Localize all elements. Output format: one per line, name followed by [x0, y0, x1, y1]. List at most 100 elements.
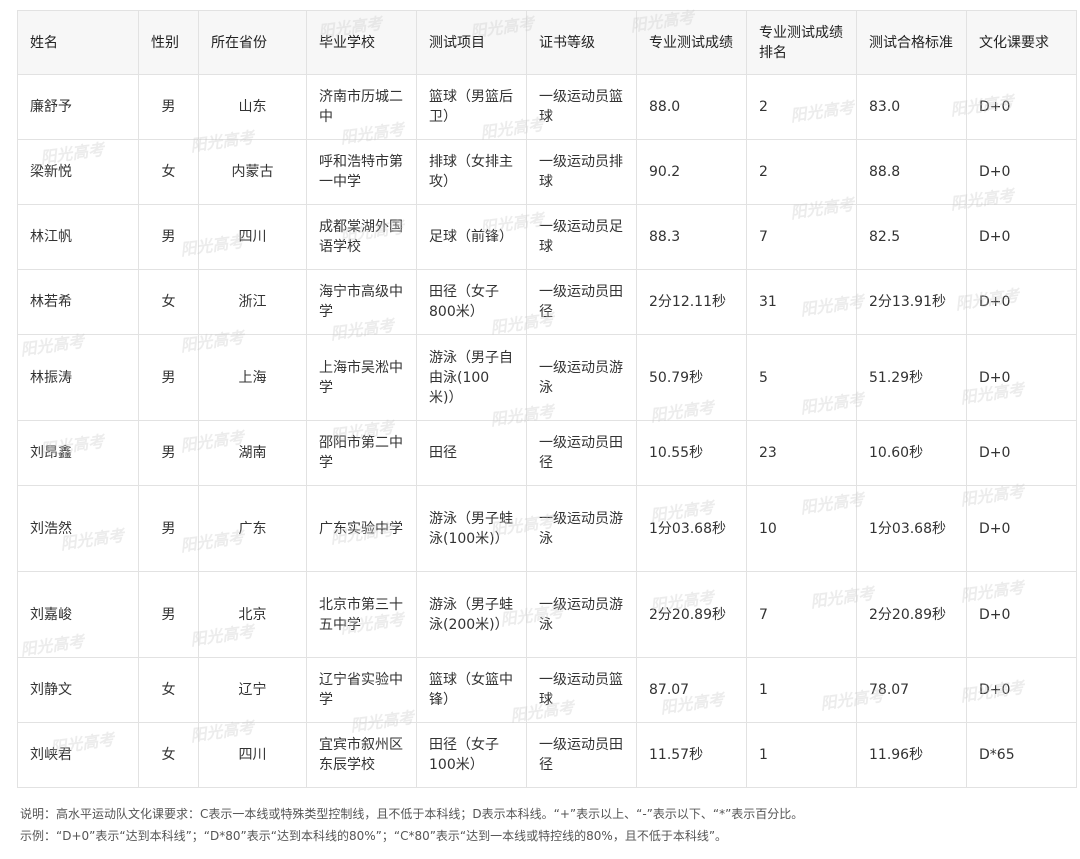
cell-culture-requirement: D+0 [966, 485, 1077, 572]
cell-school: 广东实验中学 [306, 485, 417, 572]
cell-school: 邵阳市第二中学 [306, 420, 417, 486]
cell-gender: 男 [138, 571, 199, 658]
cell-name: 林江帆 [17, 204, 139, 270]
cell-rank: 7 [746, 571, 857, 658]
cell-province: 湖南 [198, 420, 307, 486]
cell-score: 1分03.68秒 [636, 485, 747, 572]
cell-culture-requirement: D+0 [966, 74, 1077, 140]
cell-rank: 23 [746, 420, 857, 486]
cell-rank: 2 [746, 139, 857, 205]
cell-certificate: 一级运动员田径 [526, 420, 637, 486]
table-row: 廉舒予男山东 济南市历城二中 篮球（男篮后卫） 一级运动员篮球 88.0 2 83.0 D+0 [17, 74, 1077, 140]
cell-standard: 1分03.68秒 [856, 485, 967, 572]
score-table: 姓名 性别 所在省份 毕业学校 测试项目 证书等级 专业测试成绩 专业测试成绩排… [17, 10, 1077, 788]
cell-test-item: 排球（女排主攻） [416, 139, 527, 205]
cell-name: 刘嘉峻 [17, 571, 139, 658]
table-row: 林江帆男四川 成都棠湖外国语学校 足球（前锋） 一级运动员足球 88.3 7 82.5 D+0 [17, 204, 1077, 270]
cell-certificate: 一级运动员田径 [526, 269, 637, 335]
cell-test-item: 游泳（男子蛙泳(200米)） [416, 571, 527, 658]
cell-gender: 女 [138, 139, 199, 205]
cell-test-item: 游泳（男子蛙泳(100米)） [416, 485, 527, 572]
cell-rank: 2 [746, 74, 857, 140]
header-name: 姓名 [17, 10, 139, 75]
table-row: 刘静文女辽宁 辽宁省实验中学 篮球（女篮中锋） 一级运动员篮球 87.07 1 78.07 D… [17, 657, 1077, 723]
cell-certificate: 一级运动员排球 [526, 139, 637, 205]
cell-rank: 5 [746, 334, 857, 421]
header-school: 毕业学校 [306, 10, 417, 75]
cell-test-item: 足球（前锋） [416, 204, 527, 270]
cell-province: 上海 [198, 334, 307, 421]
table-row: 刘嘉峻男北京 北京市第三十五中学 游泳（男子蛙泳(200米)） 一级运动员游泳 2分20… [17, 571, 1077, 658]
cell-standard: 11.96秒 [856, 722, 967, 788]
cell-certificate: 一级运动员篮球 [526, 74, 637, 140]
cell-name: 刘峡君 [17, 722, 139, 788]
cell-culture-requirement: D+0 [966, 204, 1077, 270]
notes: 说明：高水平运动队文化课要求：C表示一本线或特殊类型控制线，且不低于本科线；D表… [20, 803, 803, 847]
cell-school: 宜宾市叙州区东辰学校 [306, 722, 417, 788]
note-explanation: 说明：高水平运动队文化课要求：C表示一本线或特殊类型控制线，且不低于本科线；D表… [20, 807, 804, 821]
cell-standard: 2分13.91秒 [856, 269, 967, 335]
cell-school: 海宁市高级中学 [306, 269, 417, 335]
cell-rank: 7 [746, 204, 857, 270]
header-test-item: 测试项目 [416, 10, 527, 75]
cell-name: 刘昂鑫 [17, 420, 139, 486]
header-rank: 专业测试成绩排名 [746, 10, 857, 75]
cell-province: 四川 [198, 204, 307, 270]
cell-name: 林若希 [17, 269, 139, 335]
cell-culture-requirement: D+0 [966, 657, 1077, 723]
cell-culture-requirement: D+0 [966, 139, 1077, 205]
cell-certificate: 一级运动员足球 [526, 204, 637, 270]
cell-school: 上海市吴淞中学 [306, 334, 417, 421]
table-row: 梁新悦女内蒙古 呼和浩特市第一中学 排球（女排主攻） 一级运动员排球 90.2 2 88.8… [17, 139, 1077, 205]
cell-province: 浙江 [198, 269, 307, 335]
cell-gender: 女 [138, 657, 199, 723]
cell-rank: 1 [746, 722, 857, 788]
cell-province: 山东 [198, 74, 307, 140]
table-row: 林振涛男上海 上海市吴淞中学 游泳（男子自由泳(100米)） 一级运动员游泳 50.79… [17, 334, 1077, 421]
cell-culture-requirement: D+0 [966, 334, 1077, 421]
cell-school: 济南市历城二中 [306, 74, 417, 140]
cell-certificate: 一级运动员田径 [526, 722, 637, 788]
cell-culture-requirement: D*65 [966, 722, 1077, 788]
cell-certificate: 一级运动员游泳 [526, 334, 637, 421]
cell-certificate: 一级运动员游泳 [526, 571, 637, 658]
cell-score: 50.79秒 [636, 334, 747, 421]
header-province: 所在省份 [198, 10, 307, 75]
cell-gender: 男 [138, 485, 199, 572]
cell-test-item: 篮球（男篮后卫） [416, 74, 527, 140]
cell-score: 87.07 [636, 657, 747, 723]
cell-school: 辽宁省实验中学 [306, 657, 417, 723]
cell-province: 北京 [198, 571, 307, 658]
cell-culture-requirement: D+0 [966, 571, 1077, 658]
cell-score: 10.55秒 [636, 420, 747, 486]
cell-name: 廉舒予 [17, 74, 139, 140]
cell-name: 刘静文 [17, 657, 139, 723]
cell-rank: 10 [746, 485, 857, 572]
cell-test-item: 田径 [416, 420, 527, 486]
cell-standard: 82.5 [856, 204, 967, 270]
cell-gender: 女 [138, 722, 199, 788]
cell-gender: 女 [138, 269, 199, 335]
cell-test-item: 田径（女子800米） [416, 269, 527, 335]
cell-name: 刘浩然 [17, 485, 139, 572]
cell-province: 辽宁 [198, 657, 307, 723]
table-row: 林若希女浙江 海宁市高级中学 田径（女子800米） 一级运动员田径 2分12.11秒 31… [17, 269, 1077, 335]
cell-standard: 10.60秒 [856, 420, 967, 486]
cell-certificate: 一级运动员游泳 [526, 485, 637, 572]
cell-test-item: 游泳（男子自由泳(100米)） [416, 334, 527, 421]
table-row: 刘昂鑫男湖南 邵阳市第二中学 田径 一级运动员田径 10.55秒 23 10.60秒 D+0 [17, 420, 1077, 486]
cell-score: 2分12.11秒 [636, 269, 747, 335]
table-row: 刘浩然男广东 广东实验中学 游泳（男子蛙泳(100米)） 一级运动员游泳 1分03.68… [17, 485, 1077, 572]
header-standard: 测试合格标准 [856, 10, 967, 75]
cell-score: 2分20.89秒 [636, 571, 747, 658]
table-row: 刘峡君女四川 宜宾市叙州区东辰学校 田径（女子100米） 一级运动员田径 11.57秒 1… [17, 722, 1077, 788]
cell-culture-requirement: D+0 [966, 269, 1077, 335]
cell-certificate: 一级运动员篮球 [526, 657, 637, 723]
cell-test-item: 田径（女子100米） [416, 722, 527, 788]
header-culture-requirement: 文化课要求 [966, 10, 1077, 75]
cell-standard: 83.0 [856, 74, 967, 140]
header-certificate: 证书等级 [526, 10, 637, 75]
cell-culture-requirement: D+0 [966, 420, 1077, 486]
cell-gender: 男 [138, 204, 199, 270]
cell-gender: 男 [138, 74, 199, 140]
